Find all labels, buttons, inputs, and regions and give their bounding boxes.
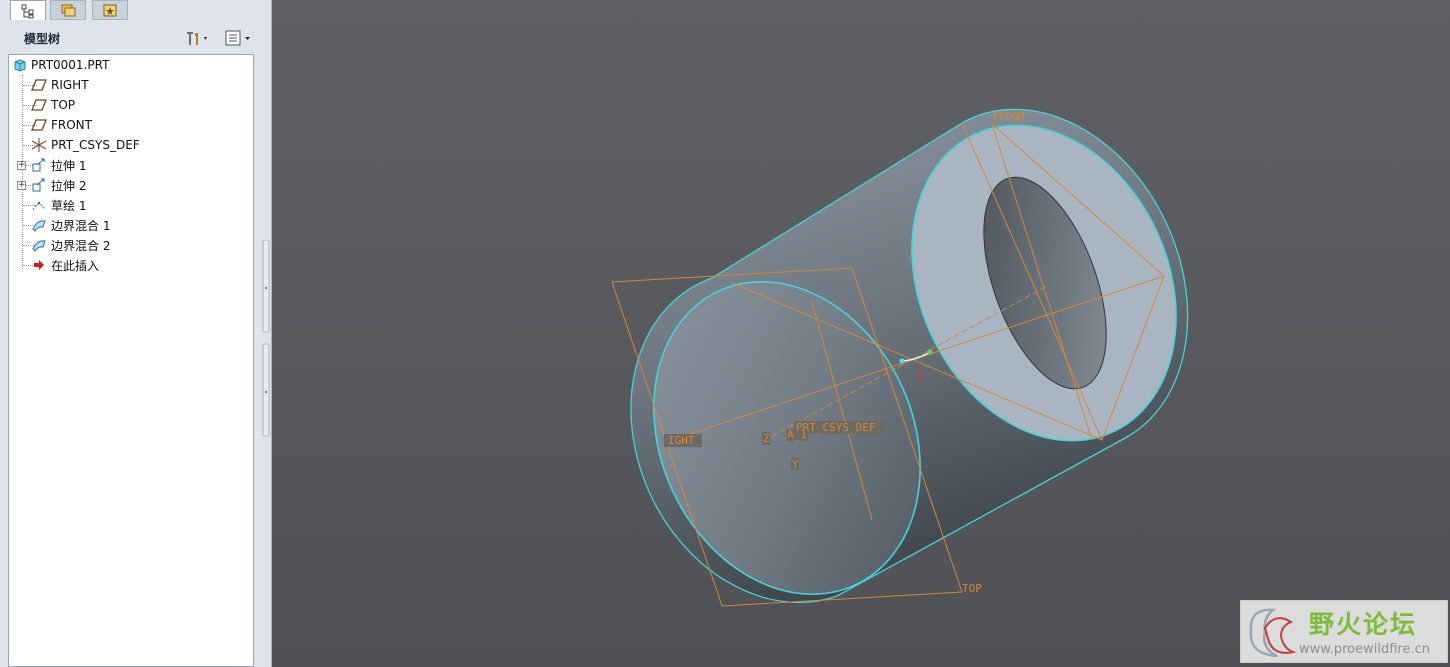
datum-label-right[interactable]: IGHT: [668, 434, 695, 447]
model-tree-icon: [21, 4, 34, 18]
tab-folder-browser[interactable]: [50, 0, 86, 20]
sketch-icon: [32, 201, 46, 211]
forum-logo-icon: [1249, 608, 1297, 658]
tree-item-label: FRONT: [51, 118, 92, 132]
graphics-window[interactable]: FRONT IGHT TOP PRT_CSYS_DEF A_1 Z Y: [272, 0, 1450, 667]
tree-item-sketch-1[interactable]: 草绘 1: [29, 195, 269, 215]
datum-label-csys[interactable]: PRT_CSYS_DEF: [796, 421, 875, 434]
expand-toggle[interactable]: +: [17, 181, 26, 190]
csys-label-z: Z: [763, 432, 770, 445]
tree-item-label: RIGHT: [51, 78, 89, 92]
tree-item-label: TOP: [51, 98, 76, 112]
favorites-icon: [103, 4, 117, 17]
folder-browser-icon: [61, 4, 76, 17]
show-button[interactable]: [224, 28, 254, 48]
datum-label-axis[interactable]: A_1: [787, 428, 807, 441]
tree-item-extrude-1[interactable]: 拉伸 1: [29, 155, 269, 175]
settings-button[interactable]: [184, 28, 212, 48]
panel-resize-sash[interactable]: [262, 239, 270, 440]
tree-item-extrude-2[interactable]: 拉伸 2: [29, 175, 269, 195]
sash-grip-icon: [262, 239, 270, 437]
boundary-blend-icon: [32, 220, 46, 232]
datum-plane-icon: [31, 99, 47, 111]
tree-item-boundary-blend-2[interactable]: 边界混合 2: [29, 235, 269, 255]
tree-item-right[interactable]: RIGHT: [29, 75, 269, 95]
model-tree-header: 模型树: [0, 24, 262, 52]
tree-item-boundary-blend-1[interactable]: 边界混合 1: [29, 215, 269, 235]
forum-watermark: 野火论坛 www.proewildfire.cn: [1240, 600, 1448, 663]
datum-label-top[interactable]: TOP: [962, 582, 982, 595]
tree-item-label: 边界混合 1: [51, 218, 111, 233]
tree-item-label: PRT0001.PRT: [31, 58, 110, 72]
expand-toggle[interactable]: +: [17, 161, 26, 170]
csys-icon: [31, 138, 47, 152]
tab-model-tree[interactable]: [10, 0, 46, 20]
tree-item-label: 边界混合 2: [51, 238, 111, 253]
navigator-panel: 模型树 PRT0001.PRT RIGHT TOP FRONT PRT_CSYS…: [0, 0, 272, 667]
tree-item-top[interactable]: TOP: [29, 95, 269, 115]
extrude-icon: [32, 178, 45, 192]
tree-item-csys[interactable]: PRT_CSYS_DEF: [29, 135, 269, 155]
extrude-icon: [32, 158, 45, 172]
navigator-tabs: [0, 0, 272, 22]
datum-plane-icon: [31, 79, 47, 91]
insert-here-arrow-icon: [34, 260, 44, 270]
tree-item-label: PRT_CSYS_DEF: [51, 138, 140, 152]
boundary-blend-icon: [32, 240, 46, 252]
tree-item-insert-here[interactable]: 在此插入: [29, 255, 269, 275]
datum-label-front[interactable]: FRONT: [993, 110, 1026, 123]
watermark-title: 野火论坛: [1309, 610, 1418, 639]
tree-item-label: 草绘 1: [51, 198, 87, 213]
tree-item-label: 拉伸 1: [51, 158, 87, 173]
tab-favorites[interactable]: [92, 0, 128, 20]
csys-label-y: Y: [792, 458, 799, 471]
show-list-icon: [225, 30, 250, 46]
settings-tools-icon: [187, 32, 207, 45]
model-tree: PRT0001.PRT RIGHT TOP FRONT PRT_CSYS_DEF…: [8, 54, 254, 667]
tree-item-part[interactable]: PRT0001.PRT: [9, 55, 249, 75]
tree-item-front[interactable]: FRONT: [29, 115, 269, 135]
datum-plane-icon: [31, 119, 47, 131]
part-icon: [14, 59, 26, 72]
tree-item-label: 在此插入: [51, 258, 100, 273]
tree-item-label: 拉伸 2: [51, 178, 87, 193]
model-tree-title: 模型树: [24, 32, 61, 46]
model-graphics: FRONT IGHT TOP PRT_CSYS_DEF A_1 Z Y: [611, 108, 1189, 607]
watermark-url: www.proewildfire.cn: [1299, 642, 1430, 657]
